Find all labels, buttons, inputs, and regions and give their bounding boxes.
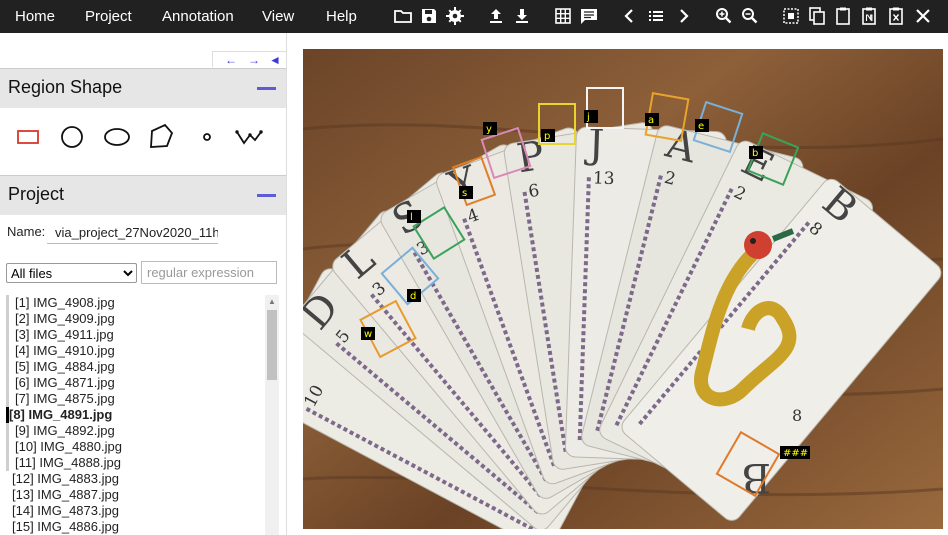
project-collapse-icon[interactable] [257,194,276,197]
annotation-label[interactable]: d [410,291,416,302]
annotation-label[interactable]: a [648,115,654,126]
annotation-label[interactable]: e [698,121,704,132]
circle-icon[interactable] [56,121,88,153]
polyline-icon[interactable] [233,121,265,153]
rectangle-icon[interactable] [12,121,44,153]
file-list-item[interactable]: [5] IMG_4884.jpg [6,359,115,375]
download-icon[interactable] [512,6,532,26]
file-list-item[interactable]: [6] IMG_4871.jpg [6,375,115,391]
file-list-item[interactable]: [3] IMG_4911.jpg [6,327,114,343]
ellipse-icon[interactable] [101,121,133,153]
top-menu-bar: Home Project Annotation View Help [0,0,948,33]
annotation-label[interactable]: l [410,212,413,223]
grid-view-icon[interactable] [553,6,573,26]
scroll-thumb[interactable] [267,310,277,380]
file-list-item[interactable]: [15] IMG_4886.jpg [6,519,119,535]
annotation-label[interactable]: y [486,124,492,135]
select-all-icon[interactable] [781,6,801,26]
menu-project[interactable]: Project [85,0,132,33]
left-sidebar: ← → ◄ Region Shape Project Name: All fil… [0,33,287,535]
project-title: Project [8,184,65,204]
save-icon[interactable] [419,6,439,26]
file-list-item[interactable]: [12] IMG_4883.jpg [6,471,119,487]
file-list-item[interactable]: [4] IMG_4910.jpg [6,343,115,359]
file-list: [1] IMG_4908.jpg [2] IMG_4909.jpg [3] IMG_… [6,295,264,535]
region-shape-title: Region Shape [8,77,123,97]
scroll-up-arrow-icon[interactable]: ▲ [265,295,279,308]
menu-help[interactable]: Help [326,0,357,33]
annotation-label[interactable]: ### [783,448,808,459]
annotated-image[interactable]: W10D5L3S3Y4P6J13A2E2B8B8 wdlsypjaeb### [303,49,943,529]
zoom-out-icon[interactable] [740,6,760,26]
file-list-item[interactable]: [9] IMG_4892.jpg [6,423,115,439]
card-rank: 8 [792,406,802,425]
annotation-label[interactable]: b [752,148,758,159]
annotation-label[interactable]: s [462,188,467,199]
file-list-item[interactable]: [11] IMG_4888.jpg [6,455,121,471]
upload-icon[interactable] [486,6,506,26]
annotation-label[interactable]: p [544,131,550,142]
menu-view[interactable]: View [262,0,294,33]
menu-home[interactable]: Home [15,0,55,33]
card-rank: 13 [593,168,615,189]
file-filter-select[interactable]: All files [6,263,137,283]
copy-icon[interactable] [807,6,827,26]
file-list-item[interactable]: [10] IMG_4880.jpg [6,439,122,455]
previous-icon[interactable] [620,6,640,26]
file-list-item[interactable]: [1] IMG_4908.jpg [6,295,115,311]
file-list-item[interactable]: [14] IMG_4873.jpg [6,503,119,519]
comment-icon[interactable] [579,6,599,26]
list-icon[interactable] [646,6,666,26]
annotation-label[interactable]: j [586,112,590,123]
annotation-label[interactable]: w [364,329,372,340]
panel-nav: ← → ◄ [212,51,286,67]
file-list-item[interactable]: [8] IMG_4891.jpg [6,407,112,423]
zoom-in-icon[interactable] [714,6,734,26]
prev-arrow-icon[interactable]: ← [225,52,237,68]
file-list-scrollbar[interactable]: ▲ [265,295,279,535]
delete-icon[interactable] [886,6,906,26]
menu-annotation[interactable]: Annotation [162,0,234,33]
point-icon[interactable] [191,121,223,153]
image-canvas[interactable]: W10D5L3S3Y4P6J13A2E2B8B8 wdlsypjaeb### [303,49,943,529]
polygon-icon[interactable] [146,121,178,153]
regex-filter-input[interactable] [141,261,277,284]
paste-n-icon[interactable] [859,6,879,26]
file-list-item[interactable]: [2] IMG_4909.jpg [6,311,115,327]
next-arrow-icon[interactable]: → [248,52,260,68]
folder-open-icon[interactable] [393,6,413,26]
file-list-item[interactable]: [7] IMG_4875.jpg [6,391,115,407]
project-name-input[interactable] [47,222,218,244]
settings-gear-icon[interactable] [445,6,465,26]
file-list-item[interactable]: [13] IMG_4887.jpg [6,487,119,503]
region-shape-collapse-icon[interactable] [257,87,276,90]
project-name-label: Name: [7,224,46,239]
close-icon[interactable] [913,6,933,26]
project-header[interactable]: Project [0,175,286,215]
collapse-panel-icon[interactable]: ◄ [269,52,281,68]
paste-icon[interactable] [833,6,853,26]
region-shape-header[interactable]: Region Shape [0,68,286,108]
next-icon[interactable] [673,6,693,26]
